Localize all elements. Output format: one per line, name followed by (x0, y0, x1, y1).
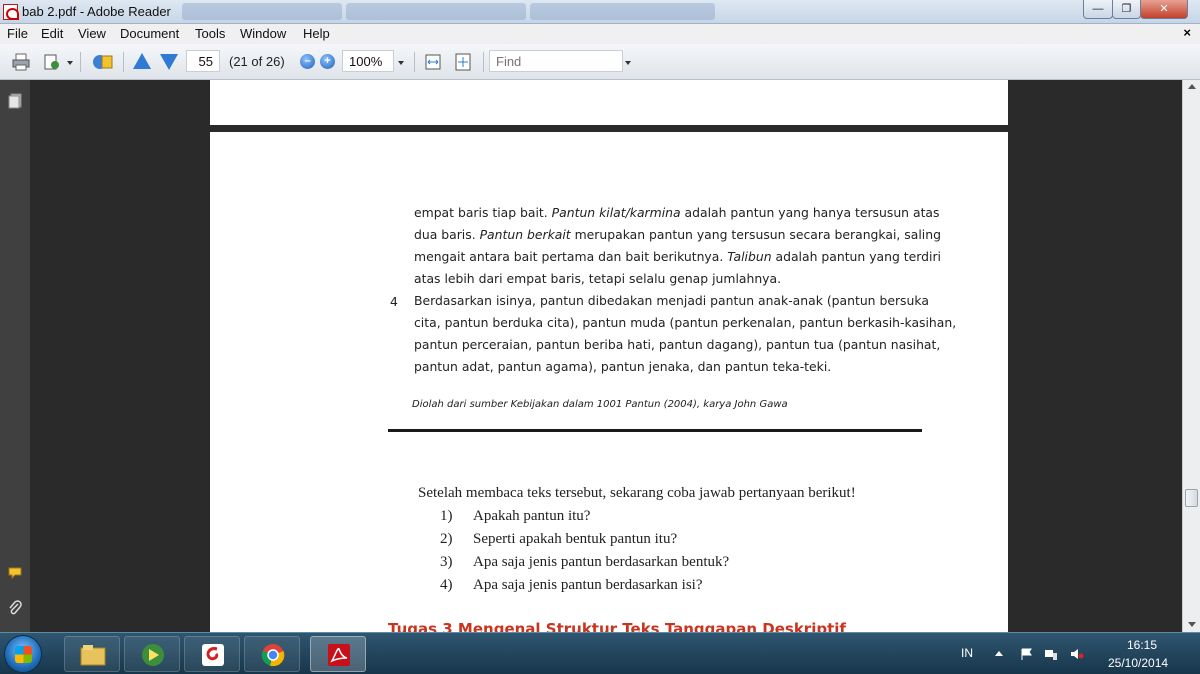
question-number: 1) (440, 508, 453, 524)
chrome-icon (261, 644, 285, 667)
network-icon[interactable] (1044, 648, 1058, 660)
scroll-up-icon[interactable] (1188, 84, 1196, 89)
background-window-tab[interactable] (346, 3, 526, 20)
question-text: Apakah pantun itu? (473, 508, 591, 524)
action-center-icon[interactable] (1020, 648, 1034, 660)
paragraph-line: pantun adat, pantun agama), pantun jenak… (414, 359, 832, 374)
chevron-down-icon[interactable] (625, 61, 631, 65)
taskbar-adobe-reader[interactable] (310, 636, 366, 672)
divider (388, 429, 922, 432)
menu-help[interactable]: Help (303, 26, 330, 41)
menu-window[interactable]: Window (240, 26, 286, 41)
zoom-level-select[interactable]: 100% (342, 50, 394, 72)
find-input[interactable] (489, 50, 623, 72)
current-page: empat baris tiap bait. Pantun kilat/karm… (210, 132, 1008, 632)
attachment-icon[interactable] (8, 600, 22, 616)
start-button[interactable] (4, 635, 42, 673)
page-setup-icon[interactable] (43, 53, 61, 71)
question-number: 2) (440, 531, 453, 547)
question-text: Apa saja jenis pantun berdasarkan bentuk… (473, 554, 730, 570)
paragraph-line: empat baris tiap bait. Pantun kilat/karm… (414, 205, 940, 220)
toolbar-separator (483, 52, 484, 72)
toolbar-separator (414, 52, 415, 72)
list-number: 4 (390, 294, 398, 309)
question-number: 4) (440, 577, 453, 593)
input-language[interactable]: IN (961, 646, 973, 660)
scrollbar-thumb[interactable] (1185, 489, 1198, 507)
taskbar-explorer[interactable] (64, 636, 120, 672)
taskbar-app[interactable] (184, 636, 240, 672)
menu-edit[interactable]: Edit (41, 26, 63, 41)
vertical-scrollbar[interactable] (1182, 80, 1200, 632)
adobe-reader-icon (328, 644, 350, 666)
menu-view[interactable]: View (78, 26, 106, 41)
menu-document[interactable]: Document (120, 26, 179, 41)
taskbar-chrome[interactable] (244, 636, 300, 672)
menu-bar: File Edit View Document Tools Window Hel… (0, 24, 1200, 44)
window-title: bab 2.pdf - Adobe Reader (22, 4, 171, 19)
close-button[interactable]: ✕ (1140, 0, 1188, 19)
question-text: Seperti apakah bentuk pantun itu? (473, 531, 678, 547)
collaborate-icon[interactable] (92, 53, 114, 71)
question-number: 3) (440, 554, 453, 570)
document-viewport[interactable]: empat baris tiap bait. Pantun kilat/karm… (30, 80, 1182, 632)
chevron-down-icon[interactable] (67, 61, 73, 65)
question-text: Apa saja jenis pantun berdasarkan isi? (473, 577, 703, 593)
fit-width-icon[interactable] (424, 53, 442, 71)
paragraph-line: atas lebih dari empat baris, tetapi sela… (414, 271, 782, 286)
toolbar-separator (80, 52, 81, 72)
menu-tools[interactable]: Tools (195, 26, 225, 41)
clock-date[interactable]: 25/10/2014 (1108, 656, 1168, 670)
source-citation: Diolah dari sumber Kebijakan dalam 1001 … (412, 399, 788, 410)
toolbar-separator (123, 52, 124, 72)
question-intro: Setelah membaca teks tersebut, sekarang … (418, 485, 856, 501)
background-window-tab[interactable] (182, 3, 342, 20)
taskbar: IN 16:15 25/10/2014 (0, 632, 1200, 674)
paragraph-line: Berdasarkan isinya, pantun dibedakan men… (414, 293, 929, 308)
adobe-reader-icon (3, 4, 19, 20)
zoom-in-button[interactable]: + (320, 54, 335, 69)
toolbar: 55 (21 of 26) – + 100% (0, 44, 1200, 80)
menu-file[interactable]: File (7, 26, 28, 41)
media-player-icon (142, 644, 164, 666)
taskbar-media-player[interactable] (124, 636, 180, 672)
scroll-down-icon[interactable] (1188, 622, 1196, 627)
fit-page-icon[interactable] (454, 53, 472, 71)
zoom-out-button[interactable]: – (300, 54, 315, 69)
previous-page-button[interactable] (133, 53, 151, 69)
chevron-down-icon[interactable] (398, 61, 404, 65)
paragraph-line: mengait antara bait pertama dan bait ber… (414, 249, 941, 264)
page-number-input[interactable]: 55 (186, 50, 220, 72)
print-icon[interactable] (12, 53, 30, 71)
paragraph-line: dua baris. Pantun berkait merupakan pant… (414, 227, 941, 242)
navigation-pane (0, 80, 30, 632)
next-page-button[interactable] (160, 54, 178, 70)
maximize-button[interactable]: ❐ (1112, 0, 1141, 19)
folder-icon (80, 645, 106, 666)
pages-panel-icon[interactable] (8, 93, 22, 109)
show-hidden-icons-icon[interactable] (994, 648, 1004, 660)
paragraph-line: cita, pantun berduka cita), pantun muda … (414, 315, 957, 330)
background-window-tab[interactable] (530, 3, 715, 20)
page-count-label: (21 of 26) (229, 54, 285, 69)
section-heading: Tugas 3 Mengenal Struktur Teks Tanggapan… (388, 620, 846, 632)
comments-icon[interactable] (8, 565, 24, 581)
volume-muted-icon[interactable] (1070, 648, 1084, 660)
title-bar: bab 2.pdf - Adobe Reader — ❐ ✕ (0, 0, 1200, 24)
close-document-button[interactable]: × (1183, 25, 1191, 40)
paragraph-line: pantun perceraian, pantun beriba hati, p… (414, 337, 941, 352)
windows-logo-icon (15, 646, 32, 663)
minimize-button[interactable]: — (1083, 0, 1113, 19)
previous-page (210, 80, 1008, 125)
app-icon (202, 644, 224, 666)
clock-time[interactable]: 16:15 (1127, 638, 1157, 652)
